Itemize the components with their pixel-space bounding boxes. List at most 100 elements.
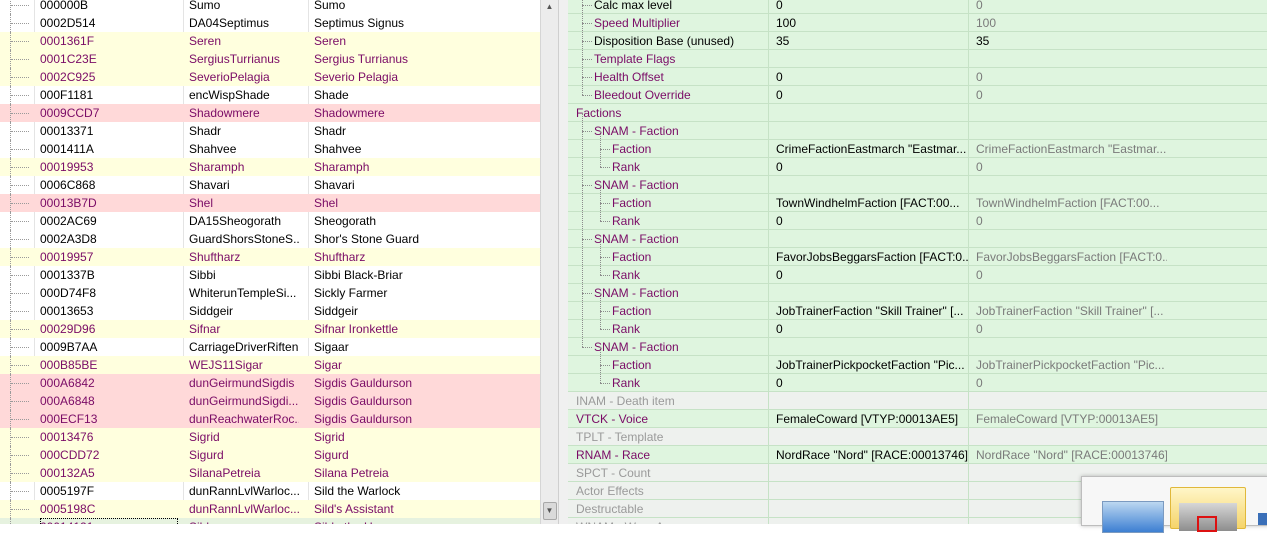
record-list-row[interactable]: 0005197F dunRannLvlWarloc... Sild the Warl… bbox=[0, 482, 540, 500]
override-value-cell[interactable]: 0 bbox=[976, 86, 1167, 103]
record-list-row[interactable]: 0001C23E SergiusTurrianus Sergius Turrianu… bbox=[0, 50, 540, 68]
field-value-cell[interactable]: FavorJobsBeggarsFaction [FACT:0... bbox=[776, 248, 968, 265]
record-list-row[interactable]: 000A6842 dunGeirmundSigdis Sigdis Gauldurs… bbox=[0, 374, 540, 392]
override-value-cell[interactable] bbox=[976, 176, 1167, 193]
record-field-row[interactable]: Template Flags bbox=[568, 50, 1267, 68]
record-field-row[interactable]: SNAM - Faction bbox=[568, 176, 1267, 194]
record-list-row[interactable]: 00013B7D Shel Shel bbox=[0, 194, 540, 212]
field-value-cell[interactable]: 35 bbox=[776, 32, 968, 49]
record-list-row[interactable]: 0009B7AA CarriageDriverRiften Sigaar bbox=[0, 338, 540, 356]
field-value-cell[interactable] bbox=[776, 338, 968, 355]
record-list-pane[interactable]: 000000B Sumo Sumo 0002D514 DA04Septimus Septi… bbox=[0, 0, 540, 524]
override-value-cell[interactable]: 100 bbox=[976, 14, 1167, 31]
record-list-row[interactable]: 00014121 Silda Silda the Unseen bbox=[0, 518, 540, 524]
field-value-cell[interactable] bbox=[776, 428, 968, 445]
taskbar-thumbnail-popup[interactable] bbox=[1081, 476, 1267, 533]
record-list-row[interactable]: 000B85BE WEJS11Sigar Sigar bbox=[0, 356, 540, 374]
field-value-cell[interactable] bbox=[776, 122, 968, 139]
record-field-row[interactable]: Faction TownWindhelmFaction [FACT:00... To… bbox=[568, 194, 1267, 212]
record-list-row[interactable]: 00013653 Siddgeir Siddgeir bbox=[0, 302, 540, 320]
field-value-cell[interactable]: 0 bbox=[776, 374, 968, 391]
record-view-pane[interactable]: Calc max level 0 0 Speed Multiplier 100 100 Di… bbox=[568, 0, 1267, 524]
override-value-cell[interactable]: CrimeFactionEastmarch "Eastmar... bbox=[976, 140, 1167, 157]
record-field-row[interactable]: Factions bbox=[568, 104, 1267, 122]
record-list-row[interactable]: 000A6848 dunGeirmundSigdi... Sigdis Gauldu… bbox=[0, 392, 540, 410]
override-value-cell[interactable]: 0 bbox=[976, 374, 1167, 391]
scroll-up-arrow-icon[interactable]: ▲ bbox=[541, 0, 558, 14]
field-value-cell[interactable] bbox=[776, 392, 968, 409]
field-value-cell[interactable] bbox=[776, 482, 968, 499]
record-field-row[interactable]: SNAM - Faction bbox=[568, 338, 1267, 356]
override-value-cell[interactable] bbox=[976, 284, 1167, 301]
record-list-row[interactable]: 0001337B Sibbi Sibbi Black-Briar bbox=[0, 266, 540, 284]
record-list-row[interactable]: 0002C925 SeverioPelagia Severio Pelagia bbox=[0, 68, 540, 86]
override-value-cell[interactable]: FemaleCoward [VTYP:00013AE5] bbox=[976, 410, 1167, 427]
record-field-row[interactable]: TPLT - Template bbox=[568, 428, 1267, 446]
override-value-cell[interactable]: 0 bbox=[976, 68, 1167, 85]
field-value-cell[interactable]: JobTrainerFaction "Skill Trainer" [... bbox=[776, 302, 968, 319]
override-value-cell[interactable] bbox=[976, 428, 1167, 445]
field-value-cell[interactable]: JobTrainerPickpocketFaction "Pic... bbox=[776, 356, 968, 373]
record-field-row[interactable]: SNAM - Faction bbox=[568, 122, 1267, 140]
field-value-cell[interactable]: 0 bbox=[776, 320, 968, 337]
override-value-cell[interactable]: FavorJobsBeggarsFaction [FACT:0... bbox=[976, 248, 1167, 265]
field-value-cell[interactable] bbox=[776, 176, 968, 193]
field-value-cell[interactable] bbox=[776, 500, 968, 517]
window-thumbnail-3[interactable] bbox=[1258, 513, 1267, 525]
record-field-row[interactable]: Faction FavorJobsBeggarsFaction [FACT:0..… bbox=[568, 248, 1267, 266]
field-value-cell[interactable] bbox=[776, 464, 968, 481]
field-value-cell[interactable]: 0 bbox=[776, 0, 968, 13]
record-list-row[interactable]: 0002AC69 DA15Sheogorath Sheogorath bbox=[0, 212, 540, 230]
record-list-row[interactable]: 000CDD72 Sigurd Sigurd bbox=[0, 446, 540, 464]
field-value-cell[interactable] bbox=[776, 104, 968, 121]
record-field-row[interactable]: Speed Multiplier 100 100 bbox=[568, 14, 1267, 32]
override-value-cell[interactable]: 0 bbox=[976, 266, 1167, 283]
record-field-row[interactable]: Faction JobTrainerFaction "Skill Trainer"… bbox=[568, 302, 1267, 320]
record-field-row[interactable]: Rank 0 0 bbox=[568, 320, 1267, 338]
record-list-row[interactable]: 00019957 Shuftharz Shuftharz bbox=[0, 248, 540, 266]
record-field-row[interactable]: Rank 0 0 bbox=[568, 266, 1267, 284]
record-list-row[interactable]: 0002A3D8 GuardShorsStoneS... Shor's Stone … bbox=[0, 230, 540, 248]
record-field-row[interactable]: VTCK - Voice FemaleCoward [VTYP:00013AE5]… bbox=[568, 410, 1267, 428]
field-value-cell[interactable] bbox=[776, 518, 968, 524]
override-value-cell[interactable] bbox=[976, 392, 1167, 409]
override-value-cell[interactable]: NordRace "Nord" [RACE:00013746] bbox=[976, 446, 1167, 463]
record-field-row[interactable]: Faction CrimeFactionEastmarch "Eastmar...… bbox=[568, 140, 1267, 158]
field-value-cell[interactable] bbox=[776, 230, 968, 247]
record-list-row[interactable]: 000132A5 SilanaPetreia Silana Petreia bbox=[0, 464, 540, 482]
field-value-cell[interactable]: 0 bbox=[776, 158, 968, 175]
record-field-row[interactable]: Rank 0 0 bbox=[568, 212, 1267, 230]
record-list-row[interactable]: 00029D96 Sifnar Sifnar Ironkettle bbox=[0, 320, 540, 338]
field-value-cell[interactable] bbox=[776, 50, 968, 67]
field-value-cell[interactable]: 0 bbox=[776, 68, 968, 85]
field-value-cell[interactable]: NordRace "Nord" [RACE:00013746] bbox=[776, 446, 968, 463]
record-field-row[interactable]: Rank 0 0 bbox=[568, 374, 1267, 392]
record-field-row[interactable]: INAM - Death item bbox=[568, 392, 1267, 410]
override-value-cell[interactable] bbox=[976, 338, 1167, 355]
record-list-row[interactable]: 0001361F Seren Seren bbox=[0, 32, 540, 50]
field-value-cell[interactable]: 0 bbox=[776, 86, 968, 103]
record-field-row[interactable]: Disposition Base (unused) 35 35 bbox=[568, 32, 1267, 50]
override-value-cell[interactable]: 0 bbox=[976, 0, 1167, 13]
field-value-cell[interactable]: TownWindhelmFaction [FACT:00... bbox=[776, 194, 968, 211]
field-value-cell[interactable]: 100 bbox=[776, 14, 968, 31]
override-value-cell[interactable]: 35 bbox=[976, 32, 1167, 49]
record-list-row[interactable]: 0005198C dunRannLvlWarloc... Sild's Assist… bbox=[0, 500, 540, 518]
override-value-cell[interactable] bbox=[976, 104, 1167, 121]
record-list-row[interactable]: 000D74F8 WhiterunTempleSi... Sickly Farmer bbox=[0, 284, 540, 302]
field-value-cell[interactable]: 0 bbox=[776, 266, 968, 283]
override-value-cell[interactable] bbox=[976, 122, 1167, 139]
field-value-cell[interactable]: 0 bbox=[776, 212, 968, 229]
record-field-row[interactable]: Faction JobTrainerPickpocketFaction "Pic.… bbox=[568, 356, 1267, 374]
record-list-row[interactable]: 0009CCD7 Shadowmere Shadowmere bbox=[0, 104, 540, 122]
record-field-row[interactable]: Calc max level 0 0 bbox=[568, 0, 1267, 14]
record-list-row[interactable]: 0001411A Shahvee Shahvee bbox=[0, 140, 540, 158]
override-value-cell[interactable]: 0 bbox=[976, 158, 1167, 175]
record-field-row[interactable]: Health Offset 0 0 bbox=[568, 68, 1267, 86]
record-list-row[interactable]: 0006C868 Shavari Shavari bbox=[0, 176, 540, 194]
override-value-cell[interactable]: 0 bbox=[976, 212, 1167, 229]
override-value-cell[interactable] bbox=[976, 50, 1167, 67]
record-field-row[interactable]: SNAM - Faction bbox=[568, 230, 1267, 248]
record-list-row[interactable]: 000F1181 encWispShade Shade bbox=[0, 86, 540, 104]
record-list-row[interactable]: 0002D514 DA04Septimus Septimus Signus bbox=[0, 14, 540, 32]
